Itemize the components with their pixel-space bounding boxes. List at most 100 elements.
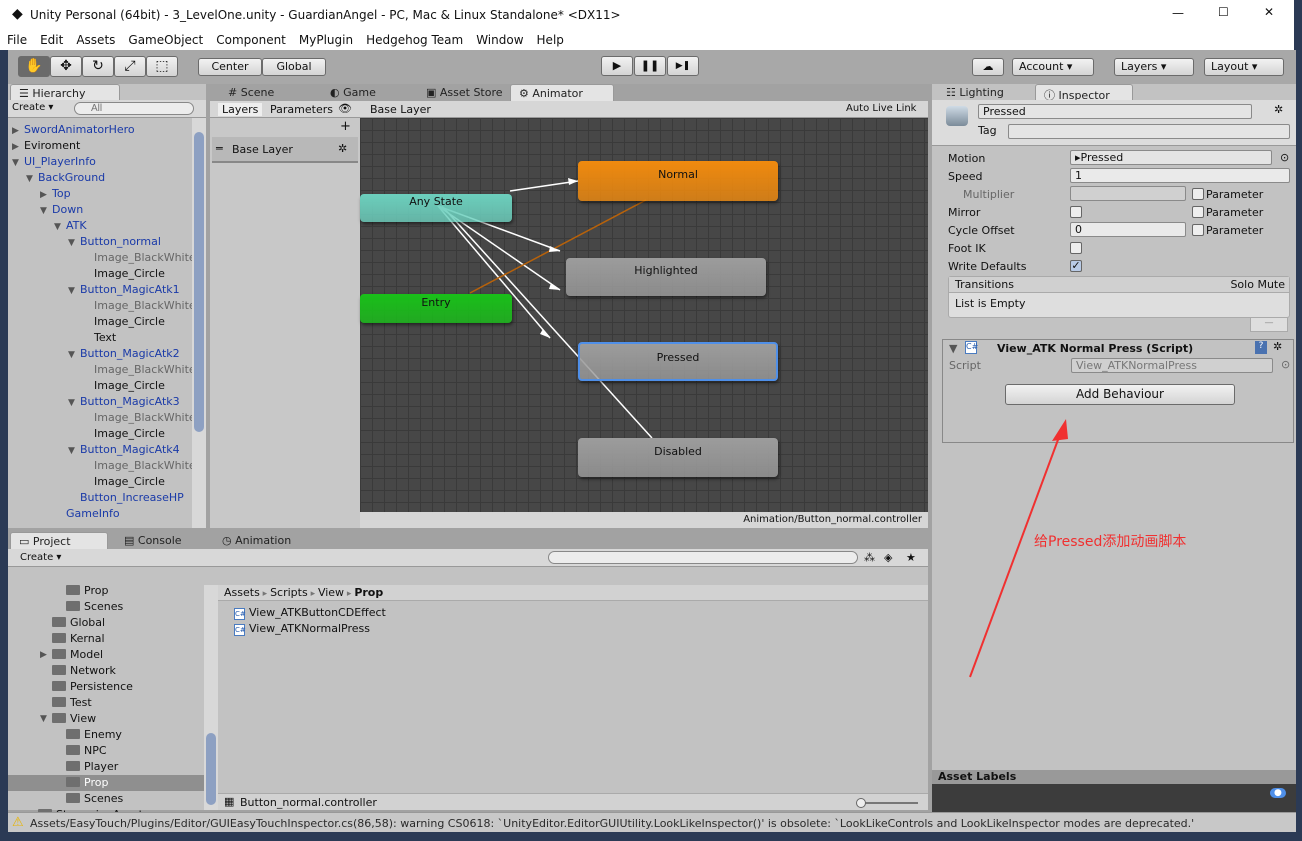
close-button[interactable]: ✕ <box>1264 5 1274 19</box>
pivot-global-button[interactable]: Global <box>262 58 326 76</box>
hierarchy-item[interactable]: ▶ Top <box>8 186 71 202</box>
menu-help[interactable]: Help <box>530 30 570 47</box>
project-folder-item[interactable]: Prop <box>8 775 204 791</box>
tab-animator[interactable]: ⚙ Animator <box>510 84 614 101</box>
hierarchy-item[interactable]: Button_IncreaseHP <box>8 490 184 506</box>
minimize-button[interactable]: — <box>1172 6 1184 20</box>
cycle-parameter-checkbox[interactable] <box>1192 224 1204 236</box>
menu-assets[interactable]: Assets <box>69 30 121 47</box>
hierarchy-item[interactable]: Image_Circle <box>8 378 165 394</box>
maximize-button[interactable]: ☐ <box>1218 5 1229 19</box>
tab-scene[interactable]: # Scene <box>220 84 282 101</box>
account-dropdown[interactable]: Account ▾ <box>1012 58 1094 76</box>
project-folder-item[interactable]: Kernal <box>8 631 204 647</box>
hierarchy-item[interactable]: ▶ SwordAnimatorHero <box>8 122 135 138</box>
tab-console[interactable]: ▤ Console <box>116 532 190 549</box>
hierarchy-item[interactable]: ▼ Button_MagicAtk2 <box>8 346 180 362</box>
tab-asset-store[interactable]: ▣ Asset Store <box>418 84 511 101</box>
foldout-arrow-icon[interactable]: ▶ <box>40 647 47 663</box>
project-folder-item[interactable]: Persistence <box>8 679 204 695</box>
object-picker-icon[interactable]: ⊙ <box>1281 358 1290 371</box>
menu-edit[interactable]: Edit <box>33 30 69 47</box>
project-folder-item[interactable]: Scenes <box>8 599 204 615</box>
gear-icon[interactable]: ✲ <box>338 142 347 155</box>
hierarchy-item[interactable]: Image_BlackWhite <box>8 250 192 266</box>
project-folder-item[interactable]: ▶ Model <box>8 647 204 663</box>
hierarchy-item[interactable]: Image_BlackWhite <box>8 298 192 314</box>
rotate-tool-button[interactable]: ↻ <box>82 56 114 77</box>
gear-icon[interactable]: ✲ <box>1274 103 1283 116</box>
hierarchy-item[interactable]: Image_BlackWhite <box>8 410 192 426</box>
menu-myplugin[interactable]: MyPlugin <box>292 30 359 47</box>
hierarchy-scrollbar[interactable] <box>192 118 206 528</box>
rect-tool-button[interactable]: ⬚ <box>146 56 178 77</box>
project-folder-item[interactable]: Prop <box>8 583 204 599</box>
create-dropdown[interactable]: Create ▾ <box>20 552 61 563</box>
mirror-checkbox[interactable] <box>1070 206 1082 218</box>
tab-project[interactable]: ▭ Project <box>10 532 108 549</box>
tab-hierarchy[interactable]: ☰ Hierarchy <box>10 84 120 101</box>
layers-tab[interactable]: Layers <box>218 103 263 116</box>
project-folder-item[interactable]: Network <box>8 663 204 679</box>
hierarchy-item[interactable]: Image_Circle <box>8 474 165 490</box>
remove-transition-button[interactable]: — <box>1250 318 1288 332</box>
scrollbar-thumb[interactable] <box>206 733 216 805</box>
gear-icon[interactable]: ✲ <box>1273 340 1282 353</box>
play-button[interactable]: ▶ <box>601 56 633 76</box>
hierarchy-item[interactable]: ▼ UI_PlayerInfo <box>8 154 96 170</box>
state-node-highlighted[interactable]: Highlighted <box>566 258 766 296</box>
create-dropdown[interactable]: Create ▾ <box>12 102 53 113</box>
auto-live-link-toggle[interactable]: Auto Live Link <box>846 103 916 114</box>
hierarchy-item[interactable]: Image_Circle <box>8 426 165 442</box>
script-field[interactable]: View_ATKNormalPress <box>1071 358 1273 373</box>
status-bar[interactable]: ⚠ Assets/EasyTouch/Plugins/Editor/GUIEas… <box>8 812 1296 832</box>
cloud-icon[interactable]: ☁ <box>972 58 1004 76</box>
state-node-any[interactable]: Any State <box>360 194 512 222</box>
foldout-arrow-icon[interactable]: ▶ <box>12 139 24 155</box>
project-file-item[interactable]: C# View_ATKNormalPress <box>234 621 370 637</box>
breadcrumb-item[interactable]: View <box>318 586 344 599</box>
add-behaviour-button[interactable]: Add Behaviour <box>1005 384 1235 405</box>
hierarchy-item[interactable]: GameInfo <box>8 506 120 522</box>
hierarchy-item[interactable]: Image_Circle <box>8 266 165 282</box>
tab-animation[interactable]: ◷ Animation <box>214 532 299 549</box>
filter-type-icon[interactable]: ⁂ <box>864 551 875 564</box>
project-folder-item[interactable]: Global <box>8 615 204 631</box>
foldout-arrow-icon[interactable]: ▼ <box>949 342 957 355</box>
project-file-item[interactable]: C# View_ATKButtonCDEffect <box>234 605 386 621</box>
menu-file[interactable]: File <box>0 30 33 47</box>
project-folder-item[interactable]: ▼ View <box>8 711 204 727</box>
tab-game[interactable]: ◐ Game <box>322 84 384 101</box>
hierarchy-item[interactable]: ▼ Button_MagicAtk1 <box>8 282 180 298</box>
hierarchy-item[interactable]: ▼ ATK <box>8 218 87 234</box>
menu-hedgehog-team[interactable]: Hedgehog Team <box>359 30 469 47</box>
foldout-arrow-icon[interactable]: ▼ <box>26 171 38 187</box>
state-name-field[interactable]: Pressed <box>978 104 1252 119</box>
mirror-parameter-checkbox[interactable] <box>1192 206 1204 218</box>
foldout-arrow-icon[interactable]: ▶ <box>12 123 24 139</box>
breadcrumb-base-layer[interactable]: Base Layer <box>370 103 431 116</box>
eye-icon[interactable]: 👁 <box>338 102 352 115</box>
project-folder-item[interactable]: Player <box>8 759 204 775</box>
foldout-arrow-icon[interactable]: ▶ <box>40 187 52 203</box>
hierarchy-item[interactable]: Image_Circle <box>8 314 165 330</box>
menu-gameobject[interactable]: GameObject <box>121 30 209 47</box>
step-button[interactable]: ▶❚ <box>667 56 699 76</box>
project-search-input[interactable] <box>548 551 858 564</box>
hierarchy-item[interactable]: ▼ BackGround <box>8 170 105 186</box>
tag-icon[interactable]: ● <box>1270 788 1286 798</box>
foldout-arrow-icon[interactable]: ▼ <box>54 219 66 235</box>
hand-tool-button[interactable]: ✋ <box>18 56 50 77</box>
speed-parameter-checkbox[interactable] <box>1192 188 1204 200</box>
tab-lighting[interactable]: ☷ Lighting <box>938 84 1012 101</box>
object-picker-icon[interactable]: ⊙ <box>1280 151 1289 164</box>
breadcrumb-item[interactable]: Prop <box>354 586 383 599</box>
pivot-center-button[interactable]: Center <box>198 58 262 76</box>
scrollbar-thumb[interactable] <box>194 132 204 432</box>
hierarchy-item[interactable]: ▼ Button_MagicAtk3 <box>8 394 180 410</box>
project-folder-item[interactable]: Test <box>8 695 204 711</box>
foldout-arrow-icon[interactable]: ▼ <box>68 283 80 299</box>
layers-dropdown[interactable]: Layers ▾ <box>1114 58 1194 76</box>
hierarchy-item[interactable]: ▼ Down <box>8 202 83 218</box>
animator-graph[interactable]: Any State Normal Highlighted Entry Pressed Di… <box>360 118 928 512</box>
